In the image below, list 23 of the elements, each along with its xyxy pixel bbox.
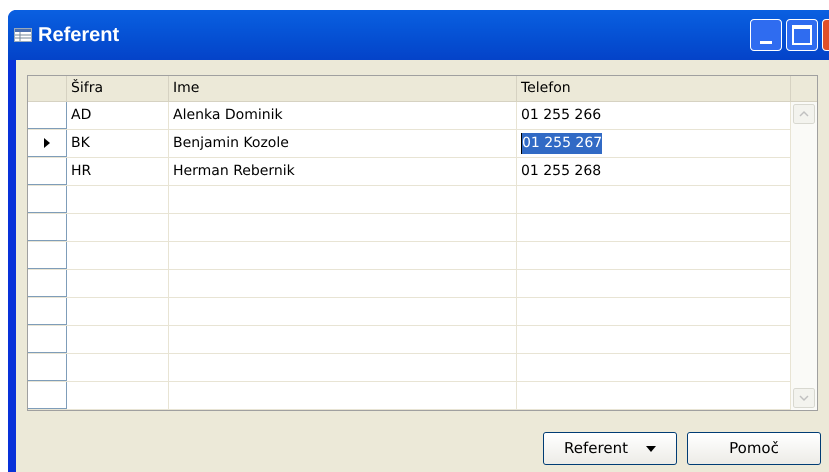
table-cell-text: Herman Rebernik xyxy=(173,162,295,181)
dropdown-button[interactable]: Referent xyxy=(543,432,677,465)
current-row-icon xyxy=(44,138,50,148)
scroll-up-icon[interactable] xyxy=(793,104,815,124)
table-icon xyxy=(14,28,32,42)
maximize-button[interactable] xyxy=(786,19,818,51)
minimize-button[interactable] xyxy=(750,19,782,51)
table-cell-text: 01 255 266 xyxy=(521,106,602,125)
help-button[interactable]: Pomoč xyxy=(687,432,821,465)
window-title: Referent xyxy=(38,23,120,48)
column-header[interactable]: Ime xyxy=(169,76,517,101)
table-cell-text: BK xyxy=(71,134,90,153)
row-selector[interactable] xyxy=(28,130,67,157)
caret-icon xyxy=(646,446,656,452)
column-header[interactable]: Šifra xyxy=(67,76,169,101)
scrollbar[interactable] xyxy=(791,102,817,410)
scroll-down-icon[interactable] xyxy=(793,388,815,408)
table-cell-text: HR xyxy=(71,162,92,181)
table-cell-text: 01 255 268 xyxy=(521,162,602,181)
table-cell-text: AD xyxy=(71,106,92,125)
table-cell-text: Alenka Dominik xyxy=(173,106,283,125)
table-cell: 01 255 267 xyxy=(521,133,602,154)
table-cell-text: Benjamin Kozole xyxy=(173,134,289,153)
